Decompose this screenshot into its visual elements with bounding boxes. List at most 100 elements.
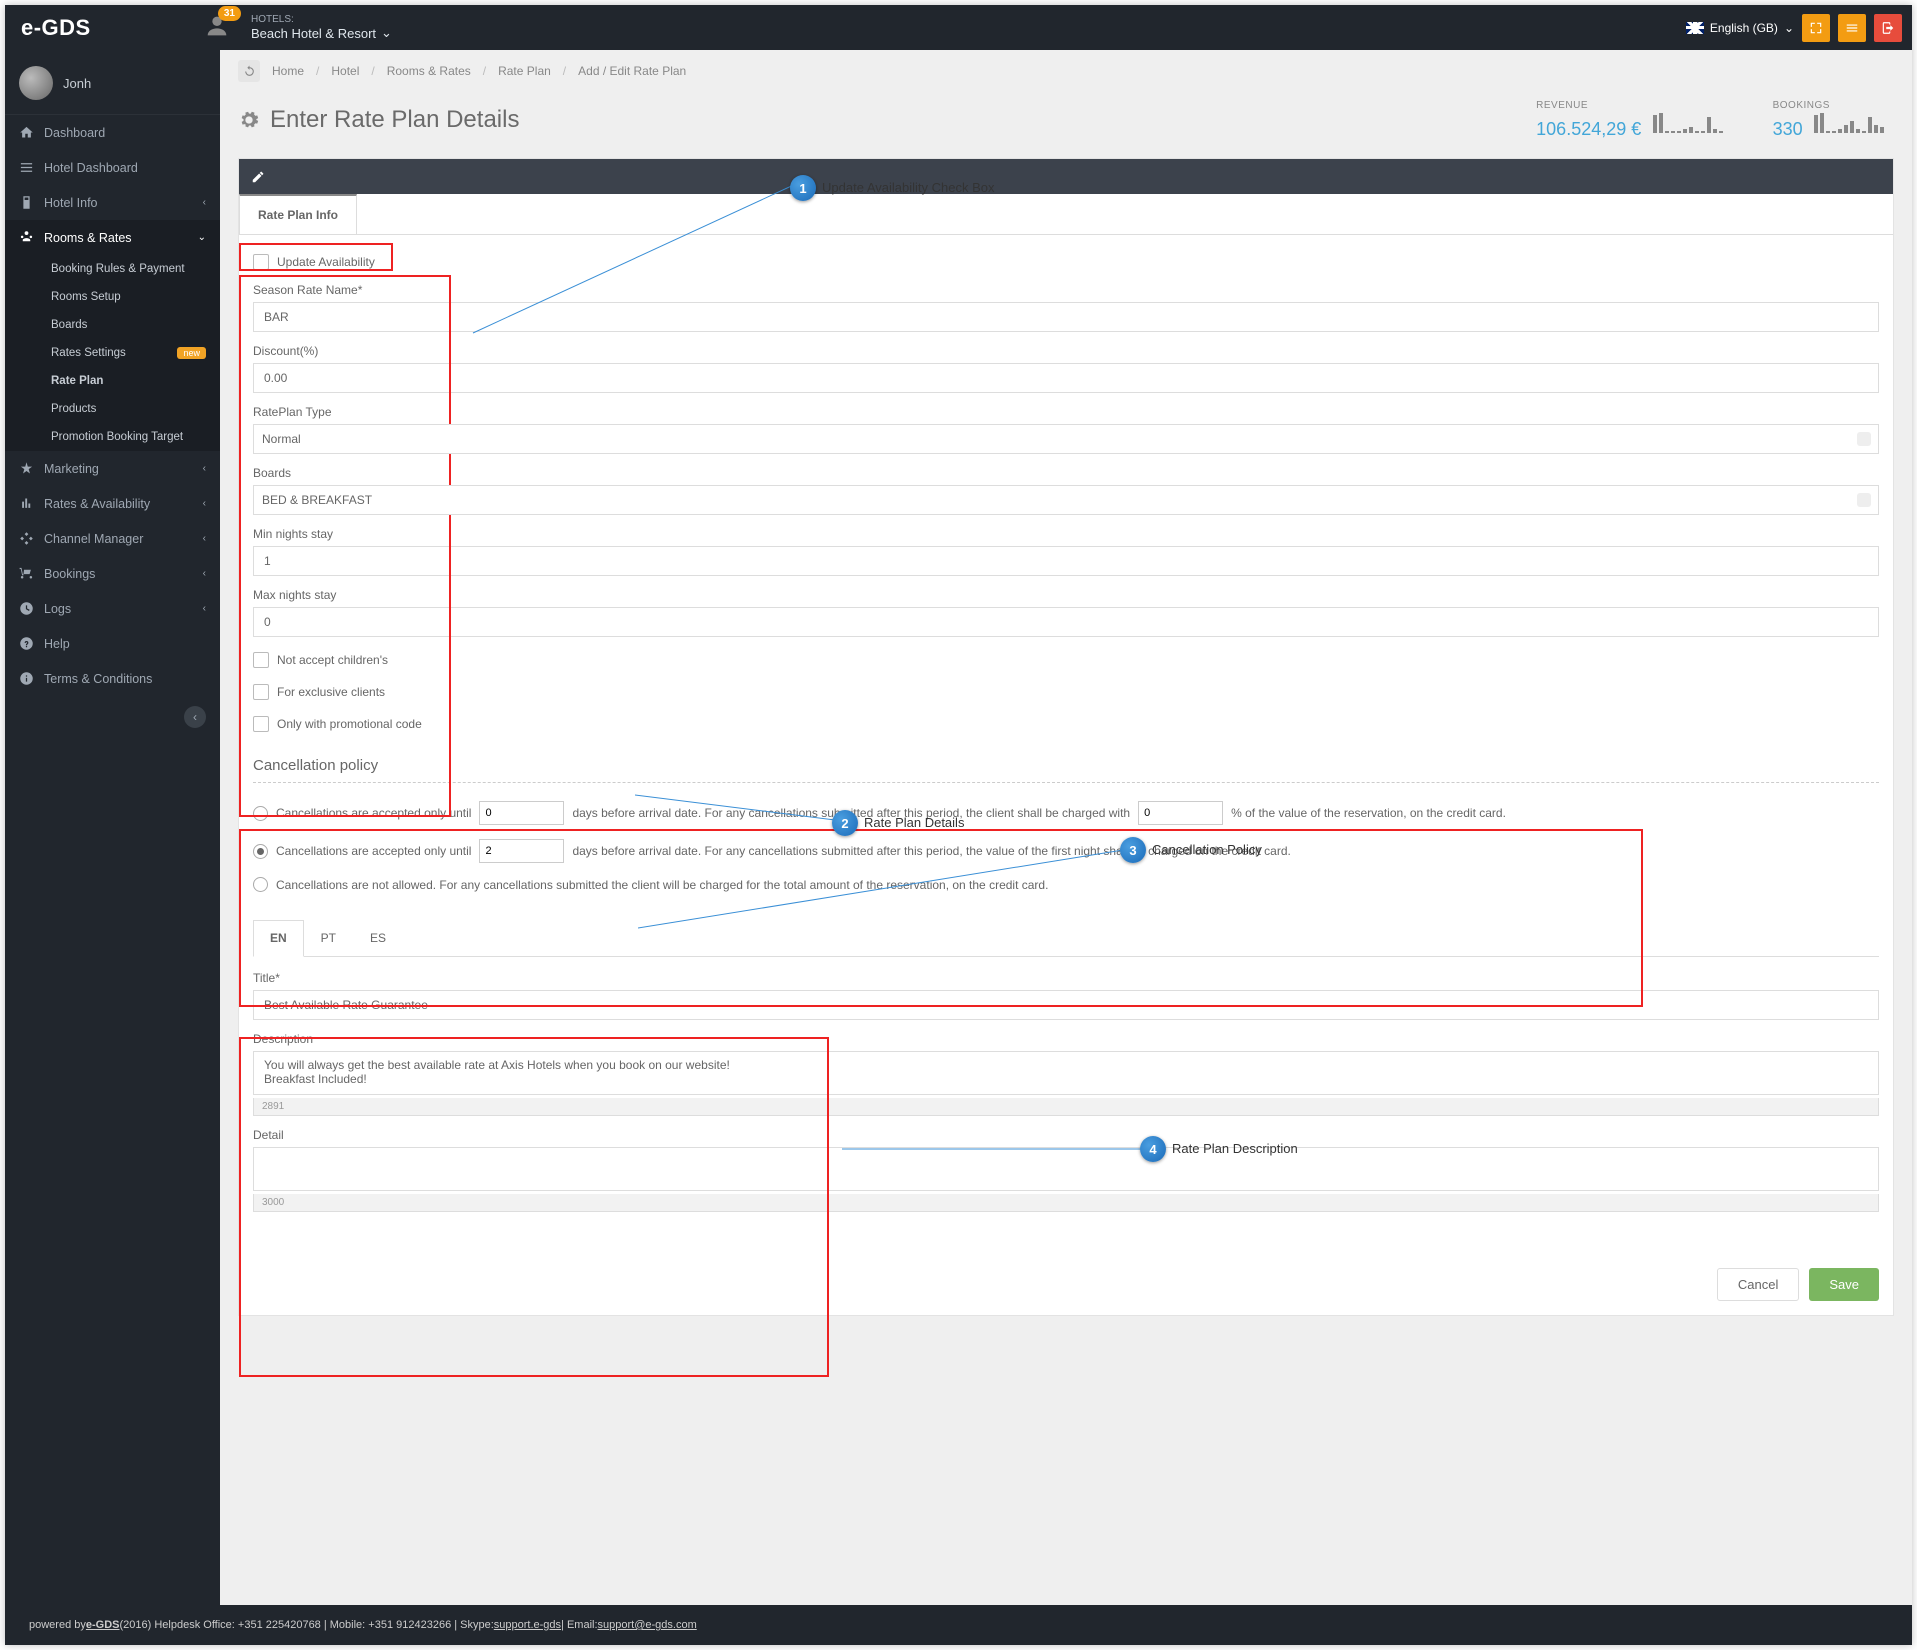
bookings-value: 330 (1773, 119, 1803, 139)
update-availability-label: Update Availability (277, 255, 375, 269)
chevron-down-icon: ⌄ (198, 232, 206, 243)
menu-button[interactable] (1838, 14, 1866, 42)
detail-textarea[interactable] (253, 1147, 1879, 1191)
panel-header (239, 159, 1893, 194)
tab-rate-plan-info[interactable]: Rate Plan Info (239, 194, 357, 234)
max-nights-input[interactable] (253, 607, 1879, 637)
revenue-label: REVENUE (1536, 100, 1732, 111)
cancel-days-input-1[interactable] (479, 801, 564, 825)
crumb-rooms[interactable]: Rooms & Rates (387, 64, 471, 78)
lang-tab-pt[interactable]: PT (304, 920, 353, 956)
marker-1: 1 (790, 175, 816, 201)
panel-tabs: Rate Plan Info (239, 194, 1893, 235)
refresh-button[interactable] (238, 60, 260, 82)
exclusive-checkbox[interactable] (253, 684, 269, 700)
topbar: e-GDS 31 HOTELS: Beach Hotel & Resort⌄ E… (5, 5, 1912, 50)
rateplan-type-select[interactable]: Normal (253, 424, 1879, 454)
season-rate-name-input[interactable] (253, 302, 1879, 332)
nav-rates-availability[interactable]: Rates & Availability‹ (5, 486, 220, 521)
hotel-selector[interactable]: HOTELS: Beach Hotel & Resort⌄ (251, 14, 392, 41)
edit-icon[interactable] (251, 170, 265, 184)
marker-2-label: Rate Plan Details (864, 815, 964, 830)
hotel-name: Beach Hotel & Resort (251, 26, 376, 41)
new-badge: new (177, 347, 206, 359)
nav-products[interactable]: Products (5, 395, 220, 423)
marker-4-label: Rate Plan Description (1172, 1141, 1298, 1156)
notification-count: 31 (218, 6, 241, 21)
nav-hotel-info[interactable]: Hotel Info‹ (5, 185, 220, 220)
footer-skype-link[interactable]: support.e-gds (494, 1619, 561, 1631)
nav-marketing[interactable]: Marketing‹ (5, 451, 220, 486)
chevron-left-icon: ‹ (203, 463, 206, 474)
cancel-percent-input[interactable] (1138, 801, 1223, 825)
nav-bookings[interactable]: Bookings‹ (5, 556, 220, 591)
chevron-left-icon: ‹ (203, 568, 206, 579)
min-nights-input[interactable] (253, 546, 1879, 576)
rateplan-type-label: RatePlan Type (253, 405, 1879, 419)
avatar (19, 66, 53, 100)
description-char-count: 2891 (253, 1098, 1879, 1116)
logout-button[interactable] (1874, 14, 1902, 42)
content-area: Home/ Hotel/ Rooms & Rates/ Rate Plan/ A… (220, 50, 1912, 1605)
user-notification-icon[interactable]: 31 (203, 12, 231, 43)
nav-promotion[interactable]: Promotion Booking Target (5, 423, 220, 451)
sidebar-collapse-button[interactable]: ‹ (184, 706, 206, 728)
nav-boards[interactable]: Boards (5, 311, 220, 339)
cancel-policy-radio-3[interactable] (253, 877, 268, 892)
boards-select[interactable]: BED & BREAKFAST (253, 485, 1879, 515)
page-title: Enter Rate Plan Details (238, 106, 519, 134)
marker-4: 4 (1140, 1136, 1166, 1162)
min-nights-label: Min nights stay (253, 527, 1879, 541)
chevron-down-icon: ⌄ (1784, 21, 1794, 35)
update-availability-checkbox[interactable] (253, 254, 269, 270)
nav-rooms-rates[interactable]: Rooms & Rates⌄ (5, 220, 220, 255)
language-selector[interactable]: English (GB) ⌄ (1686, 21, 1794, 35)
chevron-left-icon: ‹ (203, 197, 206, 208)
fullscreen-button[interactable] (1802, 14, 1830, 42)
cancel-policy-radio-1[interactable] (253, 806, 268, 821)
title-label: Title* (253, 971, 1879, 985)
bookings-sparkline-icon (1814, 111, 1894, 135)
footer: powered by e-GDS (2016) Helpdesk Office:… (5, 1605, 1912, 1645)
save-button[interactable]: Save (1809, 1268, 1879, 1301)
nav-channel-manager[interactable]: Channel Manager‹ (5, 521, 220, 556)
nav-dashboard[interactable]: Dashboard (5, 115, 220, 150)
cancellation-header: Cancellation policy (253, 757, 1879, 774)
revenue-sparkline-icon (1653, 111, 1733, 135)
chevron-down-icon: ⌄ (381, 25, 392, 41)
nav-booking-rules[interactable]: Booking Rules & Payment (5, 255, 220, 283)
promo-only-checkbox[interactable] (253, 716, 269, 732)
description-textarea[interactable]: You will always get the best available r… (253, 1051, 1879, 1095)
footer-email-link[interactable]: support@e-gds.com (598, 1619, 697, 1631)
nav-hotel-dashboard[interactable]: Hotel Dashboard (5, 150, 220, 185)
sidebar-user[interactable]: Jonh (5, 58, 220, 115)
nav-help[interactable]: Help (5, 626, 220, 661)
chevron-left-icon: ‹ (203, 498, 206, 509)
nav-logs[interactable]: Logs‹ (5, 591, 220, 626)
rate-plan-panel: Rate Plan Info Update Availability Seaso… (238, 158, 1894, 1316)
max-nights-label: Max nights stay (253, 588, 1879, 602)
discount-input[interactable] (253, 363, 1879, 393)
marker-3: 3 (1120, 837, 1146, 863)
crumb-home[interactable]: Home (272, 64, 304, 78)
crumb-hotel[interactable]: Hotel (331, 64, 359, 78)
cancel-policy-radio-2[interactable] (253, 844, 268, 859)
crumb-rateplan[interactable]: Rate Plan (498, 64, 551, 78)
language-label: English (GB) (1710, 21, 1778, 35)
title-input[interactable] (253, 990, 1879, 1020)
cancel-button[interactable]: Cancel (1717, 1268, 1799, 1301)
exclusive-label: For exclusive clients (277, 685, 385, 699)
no-children-checkbox[interactable] (253, 652, 269, 668)
lang-tab-es[interactable]: ES (353, 920, 403, 956)
sidebar: Jonh Dashboard Hotel Dashboard Hotel Inf… (5, 50, 220, 1605)
description-label: Description (253, 1032, 1879, 1046)
nav-rates-settings[interactable]: Rates Settingsnew (5, 339, 220, 367)
cancel-days-input-2[interactable] (479, 839, 564, 863)
footer-egds-link[interactable]: e-GDS (86, 1619, 120, 1631)
chevron-left-icon: ‹ (203, 603, 206, 614)
nav-rate-plan[interactable]: Rate Plan (5, 367, 220, 395)
crumb-current: Add / Edit Rate Plan (578, 64, 686, 78)
nav-terms[interactable]: Terms & Conditions (5, 661, 220, 696)
lang-tab-en[interactable]: EN (253, 920, 304, 957)
nav-rooms-setup[interactable]: Rooms Setup (5, 283, 220, 311)
